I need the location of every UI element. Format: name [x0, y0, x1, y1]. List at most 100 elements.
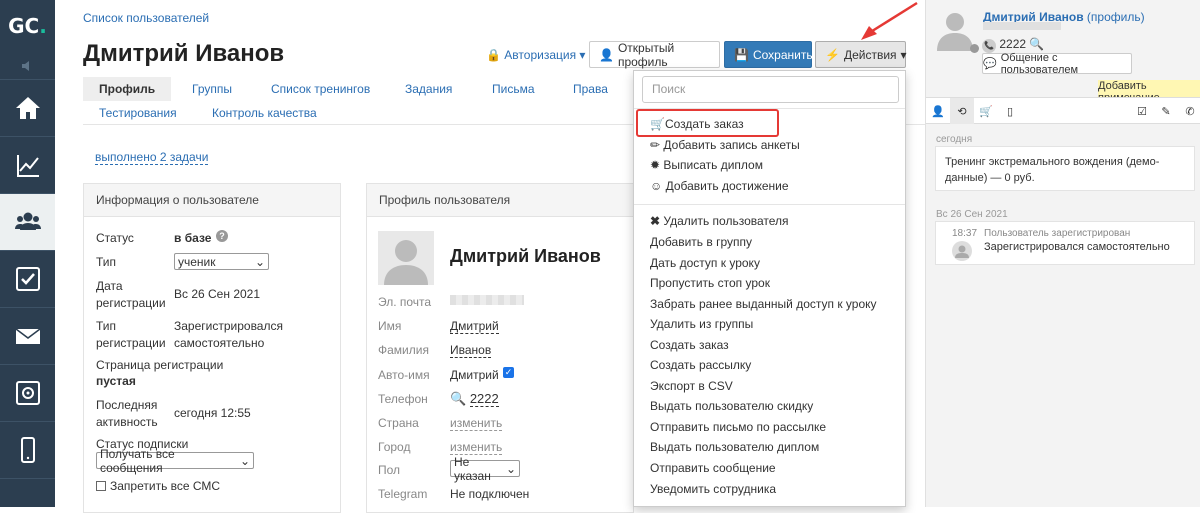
regpage-label: Страница регистрации [96, 358, 224, 372]
activity-value[interactable]: сегодня 12:55 [174, 406, 251, 420]
checkbox-icon[interactable]: ☑ [1130, 98, 1154, 124]
phone-call-icon[interactable]: ✆ [1178, 98, 1200, 124]
menu-item-issue-diploma[interactable]: ✹ Выписать диплом [650, 158, 763, 172]
tab-trainings[interactable]: Список тренингов [255, 77, 386, 101]
subscription-select-value: Получать все сообщения [100, 446, 175, 475]
sex-label: Пол [378, 463, 401, 477]
avatar-icon [378, 231, 434, 285]
tab-letters[interactable]: Письма [476, 77, 551, 101]
event-title: Пользователь зарегистрирован [984, 228, 1131, 239]
speaker-icon[interactable] [0, 52, 55, 80]
phone-number[interactable]: 2222 [469, 391, 499, 407]
logo-accent: . [39, 14, 47, 38]
cart-icon[interactable]: 🛒 [974, 98, 998, 124]
actions-label: Действия [843, 47, 897, 62]
tab-quality[interactable]: Контроль качества [196, 101, 333, 125]
safe-icon [15, 381, 40, 405]
menu-item-remove-from-group[interactable]: Удалить из группы [650, 317, 753, 331]
menu-item-delete-user[interactable]: ✖ Удалить пользователя [650, 214, 789, 228]
sidebar-item-mobile[interactable] [0, 422, 55, 479]
menu-item-send-mailing-letter[interactable]: Отправить письмо по рассылке [650, 420, 826, 434]
mobile-icon[interactable]: ▯ [998, 98, 1022, 124]
tab-profile[interactable]: Профиль [83, 77, 172, 101]
date-today: сегодня [936, 134, 973, 145]
sidebar-item-stats[interactable] [0, 137, 55, 194]
floppy-icon: 💾 [734, 47, 749, 62]
menu-item-skip-stop-lesson[interactable]: Пропустить стоп урок [650, 276, 770, 290]
user-info-panel: Информация о пользователе Статус в базе … [83, 183, 341, 513]
sidebar-item-home[interactable] [0, 80, 55, 137]
tab-groups[interactable]: Группы [176, 77, 248, 101]
auto-name-checkbox[interactable]: ✓ [503, 367, 514, 378]
country-change-link[interactable]: изменить [450, 416, 503, 431]
auth-label: Авторизация [504, 48, 577, 62]
menu-item-export-csv[interactable]: Экспорт в CSV [650, 379, 733, 393]
open-profile-button[interactable]: 👤 Открытый профиль [589, 41, 720, 69]
profile-link[interactable]: (профиль) [1087, 10, 1145, 24]
menu-item-notify-employee[interactable]: Уведомить сотрудника [650, 482, 776, 496]
save-button[interactable]: 💾 Сохранить [724, 41, 813, 68]
dropdown-search-input[interactable]: Поиск [642, 76, 899, 103]
menu-item-add-achievement[interactable]: ☺ Добавить достижение [650, 179, 789, 193]
actions-button[interactable]: ⚡ Действия ▾ [815, 41, 907, 68]
sidebar-item-tasks[interactable] [0, 251, 55, 308]
close-icon: ✖ [650, 214, 664, 228]
tab-tests[interactable]: Тестирования [83, 101, 193, 125]
right-panel: Дмитрий Иванов (профиль) 📞 2222 🔍 💬 Обще… [925, 0, 1200, 507]
menu-item-create-mailing[interactable]: Создать рассылку [650, 358, 751, 372]
done-tasks-link[interactable]: выполнено 2 задачи [95, 150, 209, 165]
auth-dropdown[interactable]: 🔒 Авторизация ▾ [486, 48, 585, 62]
user-icon[interactable]: 👤 [926, 98, 950, 124]
menu-item-label: Выписать диплом [663, 158, 763, 172]
sms-row: Запретить все СМС [96, 479, 220, 493]
sms-label: Запретить все СМС [110, 479, 221, 493]
menu-item-give-discount[interactable]: Выдать пользователю скидку [650, 399, 813, 413]
sms-checkbox[interactable] [96, 481, 106, 491]
breadcrumb[interactable]: Список пользователей [83, 11, 209, 25]
history-icon[interactable]: ⟲ [950, 98, 974, 124]
pencil-icon: ✏ [650, 138, 664, 152]
cart-icon: 🛒 [650, 117, 665, 131]
type-label: Тип [96, 255, 117, 269]
regtype-value-line1: Зарегистрировался [174, 319, 283, 333]
certificate-icon: ✹ [650, 158, 664, 172]
logo-text: GC [8, 14, 40, 38]
communication-button[interactable]: 💬 Общение с пользователем [982, 52, 1132, 76]
sidebar-item-mail[interactable] [0, 308, 55, 365]
sidebar-item-users[interactable] [0, 194, 55, 251]
type-select[interactable]: ученик ⌄ [174, 253, 269, 270]
pencil-icon[interactable]: ✎ [1154, 98, 1178, 124]
menu-item-give-diploma[interactable]: Выдать пользователю диплом [650, 440, 819, 454]
save-label: Сохранить [752, 47, 813, 62]
regtype-value-line2: самостоятельно [174, 336, 265, 350]
search-icon[interactable]: 🔍 [450, 391, 466, 406]
first-name-label: Имя [378, 319, 402, 333]
auto-name-value: Дмитрий [450, 368, 499, 382]
dropdown-divider [634, 204, 905, 205]
sex-select[interactable]: Не указан ⌄ [450, 455, 520, 483]
home-icon [15, 97, 40, 119]
registration-card: 18:37 Пользователь зарегистрирован Зарег… [935, 221, 1195, 265]
sidebar-item-safe[interactable] [0, 365, 55, 422]
tab-rights[interactable]: Права [557, 77, 624, 101]
menu-item-create-order[interactable]: 🛒Создать заказ [650, 117, 744, 131]
menu-item-create-order-2[interactable]: Создать заказ [650, 338, 729, 352]
menu-item-send-message[interactable]: Отправить сообщение [650, 461, 776, 475]
last-name-value[interactable]: Иванов [450, 343, 492, 358]
subscription-select[interactable]: Получать все сообщения ⌄ [96, 447, 254, 475]
search-icon[interactable]: 🔍 [1029, 37, 1044, 51]
menu-item-add-form[interactable]: ✏ Добавить запись анкеты [650, 138, 800, 152]
menu-item-grant-lesson[interactable]: Дать доступ к уроку [650, 256, 760, 270]
menu-item-add-to-group[interactable]: Добавить в группу [650, 235, 752, 249]
sidebar: GC. [0, 0, 55, 507]
regpage-value[interactable]: пустая [96, 374, 136, 388]
help-icon[interactable]: ? [216, 230, 228, 242]
logo[interactable]: GC. [0, 0, 55, 52]
avatar-icon [937, 13, 973, 51]
city-change-link[interactable]: изменить [450, 440, 503, 455]
menu-item-revoke-lesson[interactable]: Забрать ранее выданный доступ к уроку [650, 297, 877, 311]
sex-select-value: Не указан [454, 454, 491, 483]
menu-item-label: Добавить запись анкеты [663, 138, 800, 152]
first-name-value[interactable]: Дмитрий [450, 319, 499, 334]
tab-tasks[interactable]: Задания [389, 77, 468, 101]
